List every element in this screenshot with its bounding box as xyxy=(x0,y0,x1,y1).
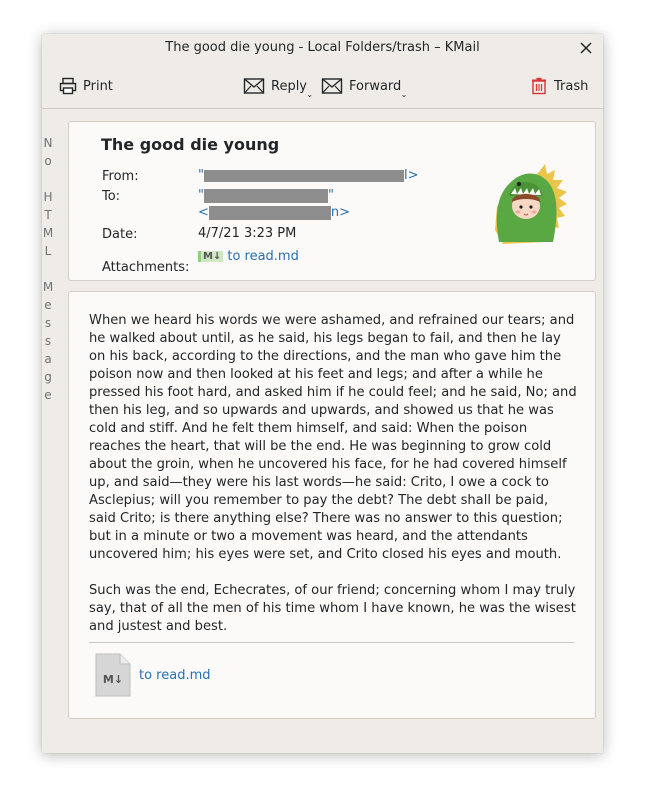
side-letter xyxy=(42,260,54,278)
markdown-file-icon: M↓ xyxy=(198,251,224,262)
message-body-panel: When we heard his words we were ashamed,… xyxy=(68,291,596,719)
from-value[interactable]: " l> xyxy=(198,168,419,183)
side-letter: s xyxy=(44,316,52,330)
no-html-message-indicator[interactable]: N o H T M L M e s s a g e xyxy=(42,134,54,404)
from-tail: l> xyxy=(403,168,419,183)
window-title: The good die young - Local Folders/trash… xyxy=(165,40,480,55)
to-quote-close: " xyxy=(327,188,334,203)
attachment-item[interactable]: M↓ to read.md xyxy=(95,652,211,698)
side-letter: T xyxy=(44,208,52,222)
side-letter: e xyxy=(44,298,52,312)
redacted-email xyxy=(203,169,404,182)
kmail-window: The good die young - Local Folders/trash… xyxy=(42,34,603,753)
side-letter xyxy=(42,170,54,188)
side-letter: N xyxy=(43,136,53,150)
trash-icon xyxy=(532,77,546,95)
side-letter: o xyxy=(44,154,52,168)
attachment-file-name: to read.md xyxy=(139,667,211,683)
header-attachment-name: to read.md xyxy=(227,249,299,264)
to-value-address[interactable]: < n> xyxy=(198,205,350,220)
body-paragraph: Such was the end, Echecrates, of our fri… xyxy=(89,583,576,634)
to-angle-open: < xyxy=(198,205,209,220)
print-label: Print xyxy=(83,78,113,94)
body-paragraph: When we heard his words we were ashamed,… xyxy=(89,313,577,562)
envelope-forward-icon xyxy=(321,78,343,94)
close-button[interactable] xyxy=(577,39,595,57)
to-label: To: xyxy=(102,189,121,204)
side-letter: M xyxy=(42,280,54,294)
forward-dropdown-caret[interactable]: ⌄ xyxy=(401,90,408,99)
to-angle-close: n> xyxy=(330,205,351,220)
printer-icon xyxy=(59,77,77,95)
redacted-address xyxy=(208,205,331,220)
side-letter: H xyxy=(43,190,53,204)
markdown-file-icon: M↓ xyxy=(95,653,131,697)
side-letter: e xyxy=(44,388,52,402)
to-value[interactable]: " " xyxy=(198,188,334,203)
date-value: 4/7/21 3:23 PM xyxy=(198,226,297,241)
redacted-name xyxy=(203,188,328,203)
message-header-panel: The good die young From: " l> To: " " < n> … xyxy=(68,121,596,281)
reply-label: Reply xyxy=(271,78,308,94)
envelope-reply-icon xyxy=(243,78,265,94)
svg-text:M↓: M↓ xyxy=(103,673,123,686)
reply-dropdown-caret[interactable]: ⌄ xyxy=(306,90,313,99)
side-letter: g xyxy=(44,370,52,384)
print-button[interactable]: Print xyxy=(59,72,113,100)
forward-button[interactable]: Forward ⌄ xyxy=(321,72,407,100)
forward-label: Forward xyxy=(349,78,402,94)
side-letter: M xyxy=(42,226,54,240)
trash-button[interactable]: Trash xyxy=(530,72,588,100)
side-letter: a xyxy=(44,352,52,366)
toolbar: Print Reply ⌄ Forward ⌄ Trash xyxy=(42,64,603,109)
dinosaur-avatar-image xyxy=(495,164,567,244)
side-letter: s xyxy=(44,334,52,348)
message-body-text: When we heard his words we were ashamed,… xyxy=(89,312,579,654)
attachments-label: Attachments: xyxy=(102,260,190,275)
title-bar: The good die young - Local Folders/trash… xyxy=(42,34,603,64)
message-subject: The good die young xyxy=(101,135,280,154)
date-label: Date: xyxy=(102,227,138,242)
from-label: From: xyxy=(102,169,139,184)
trash-label: Trash xyxy=(554,78,589,94)
reply-button[interactable]: Reply ⌄ xyxy=(243,72,313,100)
header-attachment-link[interactable]: M↓ to read.md xyxy=(198,249,299,264)
close-icon xyxy=(580,42,592,54)
attachment-divider xyxy=(89,642,574,643)
side-letter: L xyxy=(44,244,52,258)
